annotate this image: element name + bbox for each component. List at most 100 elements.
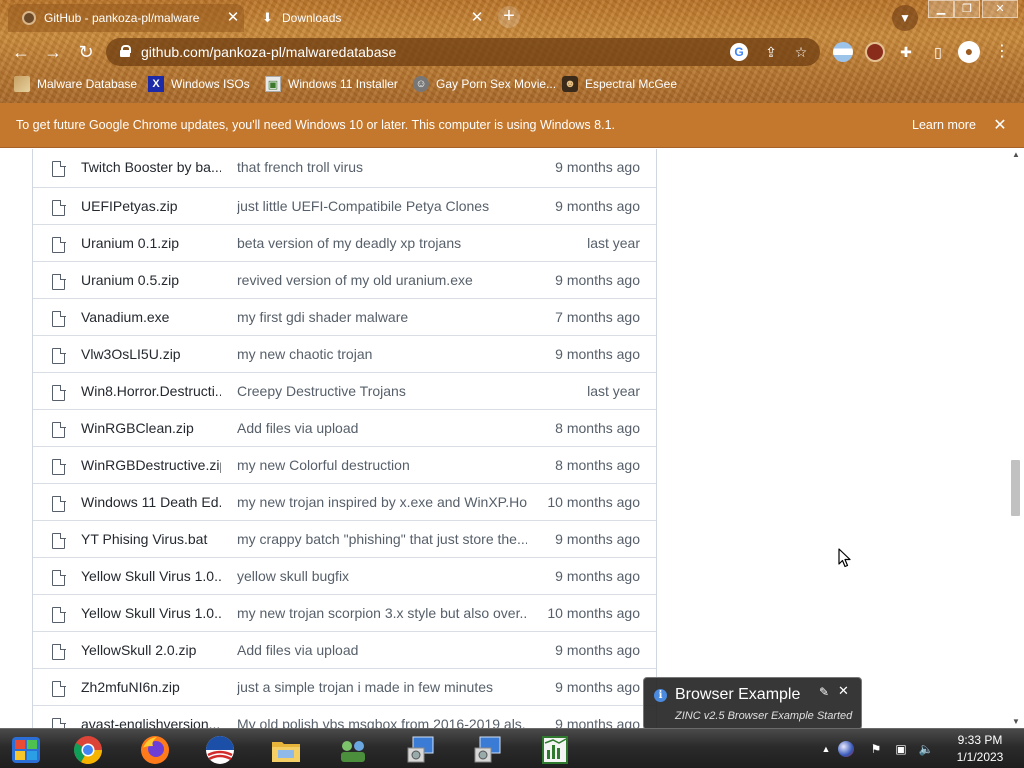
file-row[interactable]: YellowSkull 2.0.zip Add files via upload 9… [33,631,656,668]
commit-message-link[interactable]: yellow skull bugfix [237,568,527,584]
file-row[interactable]: Yellow Skull Virus 1.0.... my new trojan … [33,594,656,631]
file-name-link[interactable]: UEFIPetyas.zip [81,198,221,214]
profile-icon[interactable]: ● [958,41,980,63]
file-name-link[interactable]: YT Phising Virus.bat [81,531,221,547]
taskbar-firefox[interactable] [127,732,183,768]
extensions-puzzle-icon[interactable]: ✚ [896,42,916,62]
extension-avatar-icon[interactable] [865,42,885,62]
commit-message-link[interactable]: My old polish vbs msgbox from 2016-2019 … [237,716,527,728]
notification-close-icon[interactable]: ✕ [838,683,849,699]
taskbar-setup-1[interactable] [393,732,449,768]
file-name-link[interactable]: Win8.Horror.Destructi... [81,383,221,399]
bookmark-espectral-mcgee[interactable]: ☻ Espectral McGee [562,74,677,94]
file-row[interactable]: WinRGBClean.zip Add files via upload 8 mon… [33,409,656,446]
file-row[interactable]: Vanadium.exe my first gdi shader malware 7… [33,298,656,335]
learn-more-link[interactable]: Learn more [912,103,976,148]
minimize-button[interactable]: ▁ [928,0,954,18]
page-scrollbar[interactable]: ▲ ▼ [1008,149,1024,728]
volume-icon[interactable]: 🔈 [918,741,934,757]
back-button[interactable]: ← [10,42,32,64]
reload-button[interactable]: ↻ [75,42,97,64]
file-row[interactable]: UEFIPetyas.zip just little UEFI-Compatibi… [33,187,656,224]
file-name-link[interactable]: WinRGBDestructive.zip [81,457,221,473]
file-row[interactable]: Zh2mfuNI6n.zip just a simple trojan i mad… [33,668,656,705]
commit-message-link[interactable]: my new trojan scorpion 3.x style but als… [237,605,527,621]
new-tab-button[interactable]: + [498,6,520,28]
tab-downloads[interactable]: ⬇ Downloads ✕ [252,4,488,32]
bookmark-malware-database[interactable]: Malware Database [14,74,137,94]
commit-message-link[interactable]: beta version of my deadly xp trojans [237,235,527,251]
tab-search-icon[interactable]: ▼ [892,5,918,31]
extension-flag-icon[interactable] [833,42,853,62]
notification-toast[interactable]: i Browser Example ✎ ✕ ZINC v2.5 Browser … [643,677,862,730]
commit-message-link[interactable]: Creepy Destructive Trojans [237,383,527,399]
taskbar-spreadsheet[interactable] [527,732,583,768]
language-flag-icon[interactable] [838,741,854,757]
scroll-up-arrow-icon[interactable]: ▲ [1012,150,1020,159]
taskbar-file-explorer[interactable] [258,732,314,768]
clock-time[interactable]: 9:33 PM [948,733,1012,747]
file-name-link[interactable]: Yellow Skull Virus 1.0.... [81,605,221,621]
file-name-link[interactable]: Vlw3OsLI5U.zip [81,346,221,362]
network-icon[interactable]: ▣ [893,741,909,757]
file-name-link[interactable]: Yellow Skull Virus 1.0.... [81,568,221,584]
file-row[interactable]: Vlw3OsLI5U.zip my new chaotic trojan 9 mon… [33,335,656,372]
share-icon[interactable]: ⇪ [762,43,780,61]
file-row[interactable]: Windows 11 Death Ed... my new trojan insp… [33,483,656,520]
google-lens-icon[interactable]: G [730,43,748,61]
taskbar-chrome[interactable] [60,732,116,768]
file-row[interactable]: Uranium 0.5.zip revived version of my old… [33,261,656,298]
bookmark-windows-11-installer[interactable]: ▣ Windows 11 Installer [265,74,398,94]
commit-message-link[interactable]: just a simple trojan i made in few minut… [237,679,527,695]
file-name-link[interactable]: Windows 11 Death Ed... [81,494,221,510]
clock-date[interactable]: 1/1/2023 [948,750,1012,764]
file-name-link[interactable]: YellowSkull 2.0.zip [81,642,221,658]
commit-message-link[interactable]: my new Colorful destruction [237,457,527,473]
file-row[interactable]: Yellow Skull Virus 1.0.... yellow skull b… [33,557,656,594]
tab-github[interactable]: GitHub - pankoza-pl/malwaredatabase ✕ [8,4,244,32]
scroll-down-arrow-icon[interactable]: ▼ [1012,717,1020,726]
commit-message-link[interactable]: that french troll virus [237,159,527,175]
info-bar-close-icon[interactable]: ✕ [991,103,1009,148]
side-panel-icon[interactable]: ▯ [928,42,948,62]
start-button[interactable] [0,732,56,768]
file-name-link[interactable]: Uranium 0.1.zip [81,235,221,251]
file-name-link[interactable]: Twitch Booster by ba... [81,159,221,175]
pin-icon[interactable]: ✎ [819,685,829,699]
file-name-link[interactable]: avast-englishversion... [81,716,221,728]
commit-message-link[interactable]: my first gdi shader malware [237,309,527,325]
commit-message-link[interactable]: revived version of my old uranium.exe [237,272,527,288]
bookmark-star-icon[interactable]: ☆ [792,43,810,61]
file-row[interactable]: Win8.Horror.Destructi... Creepy Destructi… [33,372,656,409]
tab-close-icon[interactable]: ✕ [224,9,242,27]
taskbar-network-app[interactable] [325,732,381,768]
scroll-thumb[interactable] [1011,460,1020,516]
taskbar-obama-app[interactable] [192,732,248,768]
commit-message-link[interactable]: my crappy batch "phishing" that just sto… [237,531,527,547]
file-name-link[interactable]: Zh2mfuNI6n.zip [81,679,221,695]
address-bar[interactable]: github.com/pankoza-pl/malwaredatabase G … [106,38,820,66]
forward-button[interactable]: → [42,42,64,64]
file-row[interactable]: Uranium 0.1.zip beta version of my deadly… [33,224,656,261]
close-window-button[interactable]: ✕ [982,0,1018,18]
commit-message-link[interactable]: my new trojan inspired by x.exe and WinX… [237,494,527,510]
file-row[interactable]: Twitch Booster by ba... that french troll… [33,149,656,187]
action-center-flag-icon[interactable]: ⚑ [868,741,884,757]
taskbar-setup-2[interactable] [460,732,516,768]
commit-message-link[interactable]: Add files via upload [237,642,527,658]
file-row[interactable]: WinRGBDestructive.zip my new Colorful des… [33,446,656,483]
file-name-link[interactable]: Uranium 0.5.zip [81,272,221,288]
lock-icon[interactable] [120,45,131,57]
file-name-link[interactable]: Vanadium.exe [81,309,221,325]
file-name-link[interactable]: WinRGBClean.zip [81,420,221,436]
file-row[interactable]: YT Phising Virus.bat my crappy batch "phi… [33,520,656,557]
maximize-button[interactable]: ❐ [954,0,980,18]
show-hidden-icons-icon[interactable]: ▲ [818,741,834,757]
tab-close-icon[interactable]: ✕ [468,9,486,27]
commit-message-link[interactable]: just little UEFI-Compatibile Petya Clone… [237,198,527,214]
bookmark-windows-isos[interactable]: X Windows ISOs [148,74,250,94]
menu-kebab-icon[interactable]: ⋮ [992,42,1012,62]
commit-message-link[interactable]: Add files via upload [237,420,527,436]
commit-message-link[interactable]: my new chaotic trojan [237,346,527,362]
bookmark-site-4[interactable]: ☺ Gay Porn Sex Movie... [413,74,556,94]
